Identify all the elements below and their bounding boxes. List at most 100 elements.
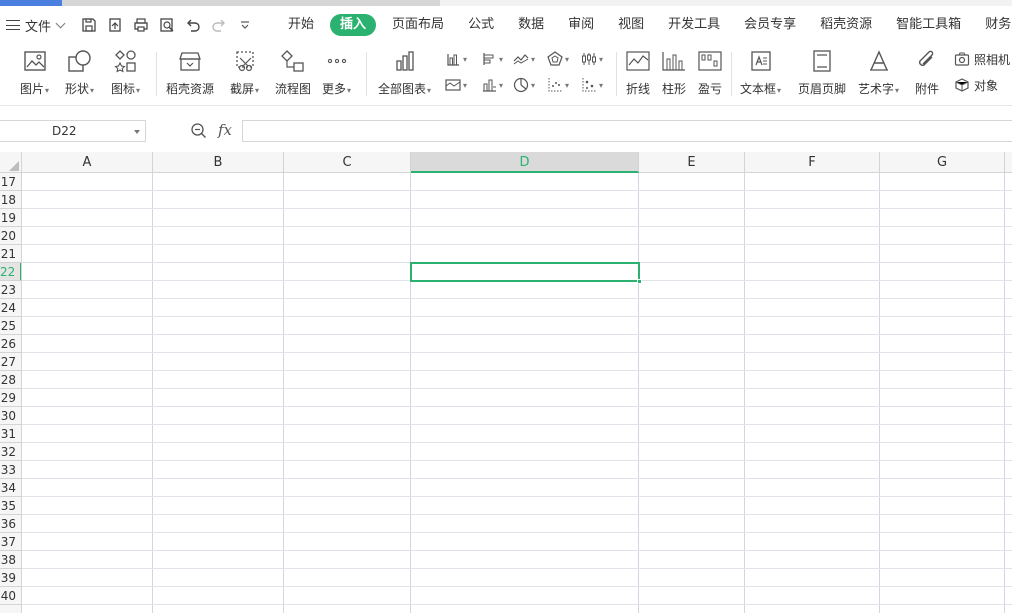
redo-icon[interactable]	[210, 16, 228, 34]
all-charts-button[interactable]: 全部图表▾	[378, 48, 431, 102]
column-chart-dropdown[interactable]: ▾	[444, 50, 467, 68]
tab-home[interactable]: 开始	[276, 14, 326, 36]
row-header[interactable]: 20	[0, 227, 21, 245]
bar-chart-dropdown[interactable]: ▾	[480, 50, 503, 68]
tab-developer[interactable]: 开发工具	[656, 14, 732, 36]
insert-picture-button[interactable]: 图片▾	[20, 48, 49, 102]
tab-data[interactable]: 数据	[506, 14, 556, 36]
row-header[interactable]: 32	[0, 443, 21, 461]
customize-toolbar-icon[interactable]	[236, 16, 254, 34]
object-label: 对象	[974, 78, 999, 93]
row-header[interactable]: 38	[0, 551, 21, 569]
radar-chart-dropdown[interactable]: ▾	[546, 50, 569, 68]
tab-member[interactable]: 会员专享	[732, 14, 808, 36]
file-menu-button[interactable]: 文件	[0, 6, 66, 44]
header-footer-button[interactable]: 页眉页脚	[798, 48, 846, 102]
row-header[interactable]: 33	[0, 461, 21, 479]
name-box-dropdown-icon[interactable]	[134, 130, 140, 134]
insert-shape-button[interactable]: 形状▾	[65, 48, 94, 102]
winloss-sparkline-icon	[697, 48, 723, 74]
column-sparkline-button[interactable]: 柱形	[661, 48, 687, 102]
print-preview-icon[interactable]	[158, 16, 176, 34]
screenshot-button[interactable]: 截屏▾	[230, 48, 259, 102]
row-header[interactable]: 19	[0, 209, 21, 227]
row-header[interactable]: 37	[0, 533, 21, 551]
row-header[interactable]: 18	[0, 191, 21, 209]
combo-chart-dropdown[interactable]: ▾	[480, 76, 503, 94]
column-header-e[interactable]: E	[639, 152, 745, 173]
insert-icon-button[interactable]: 图标▾	[111, 48, 140, 102]
selected-cell-d22[interactable]	[410, 262, 642, 284]
tab-review[interactable]: 审阅	[556, 14, 606, 36]
column-header-b[interactable]: B	[153, 152, 284, 173]
attachment-button[interactable]: 附件	[914, 48, 940, 102]
row-header[interactable]: 28	[0, 371, 21, 389]
wordart-button[interactable]: 艺术字▾	[858, 48, 899, 102]
row-header[interactable]: 17	[0, 173, 21, 191]
column-header-g[interactable]: G	[880, 152, 1005, 173]
insert-function-button[interactable]: fx	[218, 121, 232, 139]
row-header[interactable]: 26	[0, 335, 21, 353]
row-header[interactable]: 25	[0, 317, 21, 335]
row-header[interactable]: 23	[0, 281, 21, 299]
docer-label: 稻壳资源	[166, 82, 215, 96]
row-header[interactable]: 35	[0, 497, 21, 515]
shape-label-text: 形状	[65, 82, 90, 96]
line-sparkline-label: 折线	[625, 82, 650, 96]
print-icon[interactable]	[132, 16, 150, 34]
bubble-chart-dropdown[interactable]: ▾	[580, 76, 603, 94]
stock-chart-dropdown[interactable]: ▾	[580, 50, 603, 68]
scatter-chart-dropdown[interactable]: ▾	[546, 76, 569, 94]
tab-formulas[interactable]: 公式	[456, 14, 506, 36]
column-header-f[interactable]: F	[745, 152, 880, 173]
textbox-button[interactable]: 文本框▾	[740, 48, 781, 102]
row-header[interactable]: 21	[0, 245, 21, 263]
tab-page-layout[interactable]: 页面布局	[380, 14, 456, 36]
name-box-value: D22	[52, 124, 77, 138]
row-header[interactable]: 24	[0, 299, 21, 317]
area-chart-dropdown[interactable]: ▾	[444, 76, 467, 94]
docer-resources-button[interactable]: 稻壳资源	[166, 48, 214, 102]
select-all-corner[interactable]	[0, 152, 22, 173]
tab-finance-tools[interactable]: 财务工具	[973, 14, 1012, 36]
column-header-d[interactable]: D	[411, 152, 639, 173]
row-header-selected[interactable]: 22	[0, 263, 21, 281]
name-box[interactable]: D22	[0, 120, 146, 142]
grid-line	[744, 173, 745, 613]
camera-button[interactable]: 照相机	[953, 50, 1010, 68]
grid-line	[22, 550, 1012, 551]
tab-docer[interactable]: 稻壳资源	[808, 14, 884, 36]
tab-smart-toolbox[interactable]: 智能工具箱	[884, 14, 973, 36]
row-header[interactable]: 30	[0, 407, 21, 425]
row-header[interactable]: 39	[0, 569, 21, 587]
row-header[interactable]: 27	[0, 353, 21, 371]
winloss-sparkline-button[interactable]: 盈亏	[697, 48, 723, 102]
object-button[interactable]: 对象	[953, 76, 998, 94]
tab-view[interactable]: 视图	[606, 14, 656, 36]
row-header[interactable]: 29	[0, 389, 21, 407]
undo-icon[interactable]	[184, 16, 202, 34]
line-chart-dropdown[interactable]: ▾	[512, 50, 535, 68]
fill-handle[interactable]	[637, 279, 642, 284]
row-header[interactable]: 34	[0, 479, 21, 497]
formula-input[interactable]	[242, 120, 1012, 142]
row-header[interactable]: 36	[0, 515, 21, 533]
textbox-label: 文本框▾	[740, 80, 781, 97]
tab-insert[interactable]: 插入	[330, 14, 377, 36]
line-sparkline-button[interactable]: 折线	[625, 48, 651, 102]
flowchart-button[interactable]: 流程图	[275, 48, 311, 102]
grid-line	[22, 190, 1012, 191]
cell-grid[interactable]	[22, 173, 1012, 613]
more-button[interactable]: 更多▾	[322, 48, 351, 102]
column-header-a[interactable]: A	[22, 152, 153, 173]
pie-chart-dropdown[interactable]: ▾	[512, 76, 535, 94]
grid-line	[152, 173, 153, 613]
grid-line	[22, 514, 1012, 515]
row-header[interactable]: 31	[0, 425, 21, 443]
save-icon[interactable]	[80, 16, 98, 34]
row-header[interactable]: 40	[0, 587, 21, 605]
column-header-c[interactable]: C	[284, 152, 411, 173]
formula-bar: D22 fx	[0, 118, 1012, 146]
export-pdf-icon[interactable]	[106, 16, 124, 34]
zoom-formula-icon[interactable]	[190, 122, 208, 140]
